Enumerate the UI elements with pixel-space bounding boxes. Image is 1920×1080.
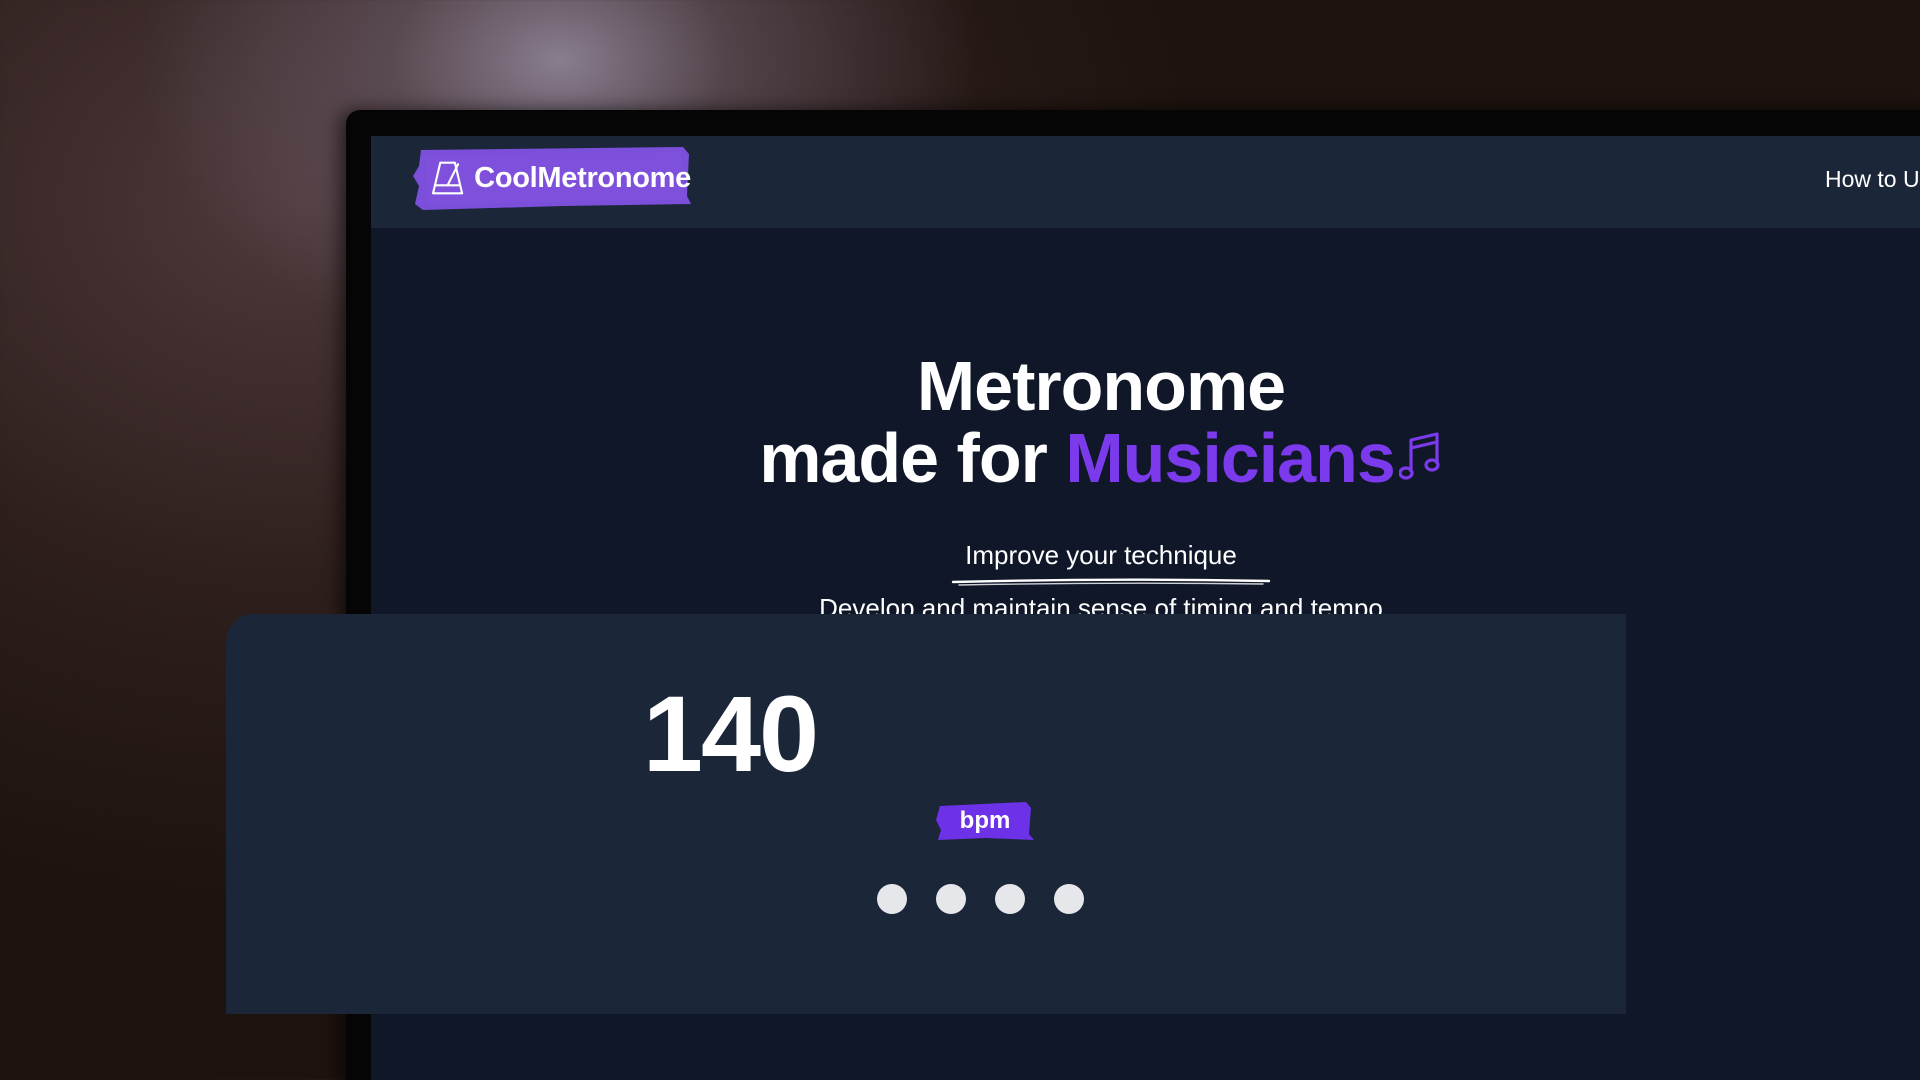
beat-dot[interactable] xyxy=(877,884,907,914)
beat-dot[interactable] xyxy=(936,884,966,914)
beat-indicators xyxy=(877,884,1084,914)
beat-dot[interactable] xyxy=(1054,884,1084,914)
top-navbar: CoolMetronome How to U xyxy=(371,136,1920,228)
underline-scribble-1 xyxy=(951,578,1271,586)
hero-title-accent: Musicians xyxy=(1065,419,1395,497)
logo-text: CoolMetronome xyxy=(474,161,691,194)
bpm-value: 140 xyxy=(642,673,819,794)
nav-link-how-to-use[interactable]: How to U xyxy=(1825,166,1920,193)
bpm-unit-badge: bpm xyxy=(936,800,1034,842)
hero-title-line2: made for Musicians xyxy=(371,422,1831,494)
music-note-icon xyxy=(1398,432,1440,480)
hero-subtitle-technique: Improve your technique xyxy=(965,540,1237,570)
hero-title-prefix: made for xyxy=(759,419,1066,497)
hero-title-line1: Metronome xyxy=(916,347,1286,425)
bpm-unit-label: bpm xyxy=(959,807,1011,834)
logo[interactable]: CoolMetronome xyxy=(413,146,691,210)
metronome-icon xyxy=(431,161,464,195)
hero-title: Metronome made for Musicians xyxy=(371,350,1831,494)
beat-dot[interactable] xyxy=(995,884,1025,914)
